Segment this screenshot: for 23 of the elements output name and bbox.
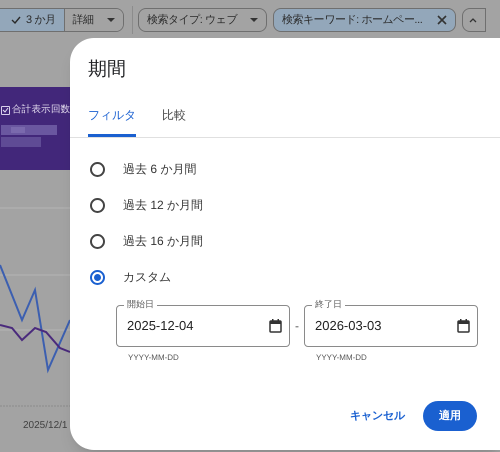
date-separator: -	[294, 318, 300, 335]
tab[interactable]: フィルタ	[88, 106, 136, 137]
metric-card[interactable]: 合計表示回数	[0, 87, 70, 170]
field-label: 終了日	[312, 297, 345, 311]
axis-label: 2025/12/1	[23, 419, 68, 433]
dialog-title: 期間	[87, 58, 127, 82]
cancel-button[interactable]: キャンセル	[348, 401, 407, 431]
filter-chip[interactable]: 3 か月	[0, 9, 64, 31]
filter-chip[interactable]: 詳細	[64, 9, 123, 31]
hint-text: YYYY-MM-DD	[128, 352, 180, 364]
filter-chip[interactable]: 検索キーワード: ホームペー...	[272, 8, 456, 32]
option-label: カスタム	[123, 269, 171, 286]
hint-text: YYYY-MM-DD	[316, 352, 368, 364]
field-label: 開始日	[124, 297, 157, 311]
option-label: 過去 12 か月間	[123, 197, 204, 214]
option-label: 過去 16 か月間	[123, 233, 204, 250]
metric-label: 合計表示回数	[12, 103, 70, 117]
field-value: 2026-03-03	[315, 317, 382, 336]
field-value: 2025-12-04	[127, 317, 194, 336]
apply-button[interactable]: 適用	[423, 401, 477, 431]
option-label: 過去 6 か月間	[123, 161, 196, 178]
tab[interactable]: 比較	[162, 106, 186, 137]
filter-chip[interactable]: 検索タイプ: ウェブ	[138, 8, 267, 32]
